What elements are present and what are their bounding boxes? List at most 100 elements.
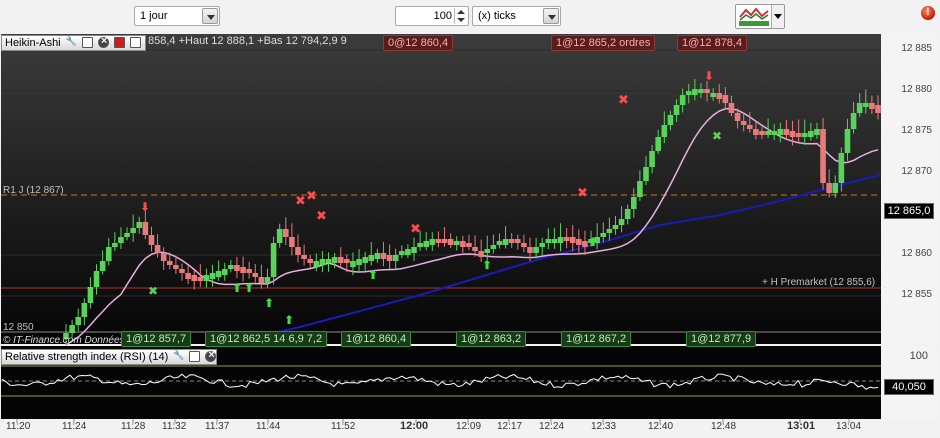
low-price-label: 12 850	[3, 322, 34, 333]
candle-body	[514, 239, 521, 243]
ticks-number-input[interactable]: 100	[395, 6, 469, 26]
close-icon[interactable]	[97, 35, 109, 48]
order-tag-bottom-1[interactable]: 1@12 857,7	[121, 331, 192, 347]
candle-body	[728, 103, 735, 113]
candle-body	[808, 131, 814, 137]
sell-arrow-icon[interactable]: ⬇	[140, 200, 150, 214]
period-select[interactable]: 1 jour	[134, 6, 220, 26]
candle-body	[118, 237, 124, 243]
candle-body	[850, 113, 857, 129]
buy-arrow-icon[interactable]: ⬆	[232, 281, 242, 295]
candle-body	[759, 131, 765, 135]
candle-body	[234, 265, 240, 271]
x-tick-label: 11:24	[62, 421, 87, 432]
premarket-level-label: + H Premarket (12 855,6)	[762, 277, 876, 288]
wrench-icon[interactable]	[173, 350, 184, 362]
close-icon[interactable]	[205, 349, 217, 362]
candle-body	[795, 133, 802, 137]
candle-body	[411, 247, 417, 253]
candle-body	[771, 131, 778, 135]
x-tick-label: 12:48	[711, 421, 737, 432]
candle-body	[789, 131, 796, 137]
order-tag-bottom-2[interactable]: 1@12 862,5 14 6,9 7,2	[205, 331, 328, 347]
candle-body	[441, 239, 448, 243]
order-tag-top-2[interactable]: 1@12 865,2 ordres	[551, 35, 656, 51]
maximize-icon[interactable]	[189, 351, 201, 362]
candle-body	[679, 95, 686, 105]
buy-arrow-icon[interactable]: ⬆	[588, 235, 598, 249]
order-tag-top-1[interactable]: 0@12 860,4	[383, 35, 454, 51]
order-tag-top-3[interactable]: 1@12 878,4	[677, 35, 748, 51]
ohlc-info: 858,4 +Haut 12 888,1 +Bas 12 794,2,9 9	[148, 35, 347, 47]
sell-marker-icon[interactable]: ✖	[618, 93, 629, 108]
wrench-icon[interactable]	[66, 36, 77, 48]
candle-body	[112, 243, 118, 247]
candle-body	[350, 261, 356, 267]
order-tag-bottom-5[interactable]: 1@12 867,2	[561, 331, 632, 347]
candle-body	[801, 133, 808, 137]
buy-close-marker-icon[interactable]: ✖	[148, 284, 158, 298]
candle-body	[490, 245, 497, 249]
candle-body	[856, 103, 863, 113]
candle-body	[655, 137, 662, 151]
candle-body	[374, 253, 381, 259]
window-icon[interactable]	[129, 37, 141, 48]
candle-body	[496, 241, 503, 245]
candle-body	[484, 249, 491, 253]
price-chart[interactable]: ✖ ✖✖✖✖✖✖✖⬇⬇⬆ ⬆⬆⬆⬆⬆⬆	[0, 33, 940, 438]
candle-body	[667, 115, 674, 125]
buy-arrow-icon[interactable]: ⬆	[284, 313, 294, 327]
x-tick-label: 12:00	[400, 420, 429, 432]
buy-arrow-icon[interactable]: ⬆	[368, 268, 378, 282]
chevron-down-icon[interactable]	[771, 5, 784, 28]
buy-arrow-icon[interactable]: ⬆	[264, 296, 274, 310]
ticks-unit-select[interactable]: (x) ticks	[472, 6, 561, 26]
sell-marker-icon[interactable]: ✖	[316, 209, 327, 224]
candle-body	[105, 247, 112, 261]
candle-body	[270, 243, 277, 277]
candle-body	[295, 247, 301, 255]
candle-body	[637, 181, 643, 197]
candle-body	[215, 271, 222, 277]
rsi-panel-title-bar: Relative strength index (RSI) (14)	[1, 349, 217, 365]
x-tick-label: 12:33	[591, 421, 617, 432]
candle-body	[820, 129, 826, 183]
candle-body	[545, 239, 552, 243]
buy-close-marker-icon[interactable]: ✖	[712, 129, 722, 143]
sell-marker-icon[interactable]: ✖	[295, 194, 306, 209]
sell-marker-icon[interactable]: ✖	[410, 222, 421, 237]
candle-body	[258, 277, 265, 283]
candle-body	[417, 243, 423, 247]
candle-body	[368, 255, 375, 261]
toolbar: 1 jour 100 (x) ticks	[0, 0, 940, 33]
candle-body	[148, 235, 155, 245]
candle-body	[508, 239, 515, 243]
chevron-down-icon[interactable]	[543, 8, 559, 24]
order-tag-bottom-6[interactable]: 1@12 877,9	[686, 331, 757, 347]
candle-body	[276, 229, 283, 243]
candle-body	[179, 269, 185, 273]
stepper-up-icon[interactable]	[457, 10, 465, 14]
maximize-icon[interactable]	[81, 37, 93, 48]
buy-arrow-icon[interactable]: ⬆	[244, 281, 254, 295]
candle-body	[142, 222, 149, 235]
candle-body	[582, 241, 588, 247]
chevron-down-icon[interactable]	[202, 8, 218, 24]
buy-arrow-icon[interactable]: ⬆	[482, 258, 492, 272]
order-tag-bottom-4[interactable]: 1@12 863,2	[456, 331, 527, 347]
stepper-down-icon[interactable]	[457, 18, 465, 22]
order-tag-bottom-3[interactable]: 1@12 860,4	[341, 331, 412, 347]
sell-marker-icon[interactable]: ✖	[306, 189, 317, 204]
indicators-button[interactable]	[735, 4, 785, 29]
candle-body	[704, 89, 710, 93]
candle-body	[344, 259, 350, 263]
sell-marker-icon[interactable]: ✖	[577, 186, 588, 201]
sell-arrow-icon[interactable]: ⬇	[704, 69, 714, 83]
x-tick-label: 11:32	[162, 421, 187, 432]
candle-body	[99, 261, 106, 271]
remove-icon[interactable]	[113, 37, 125, 48]
x-tick-label: 12:24	[539, 421, 565, 432]
alert-icon[interactable]	[921, 6, 935, 20]
ticks-stepper[interactable]	[454, 8, 467, 24]
candle-body	[380, 253, 387, 259]
